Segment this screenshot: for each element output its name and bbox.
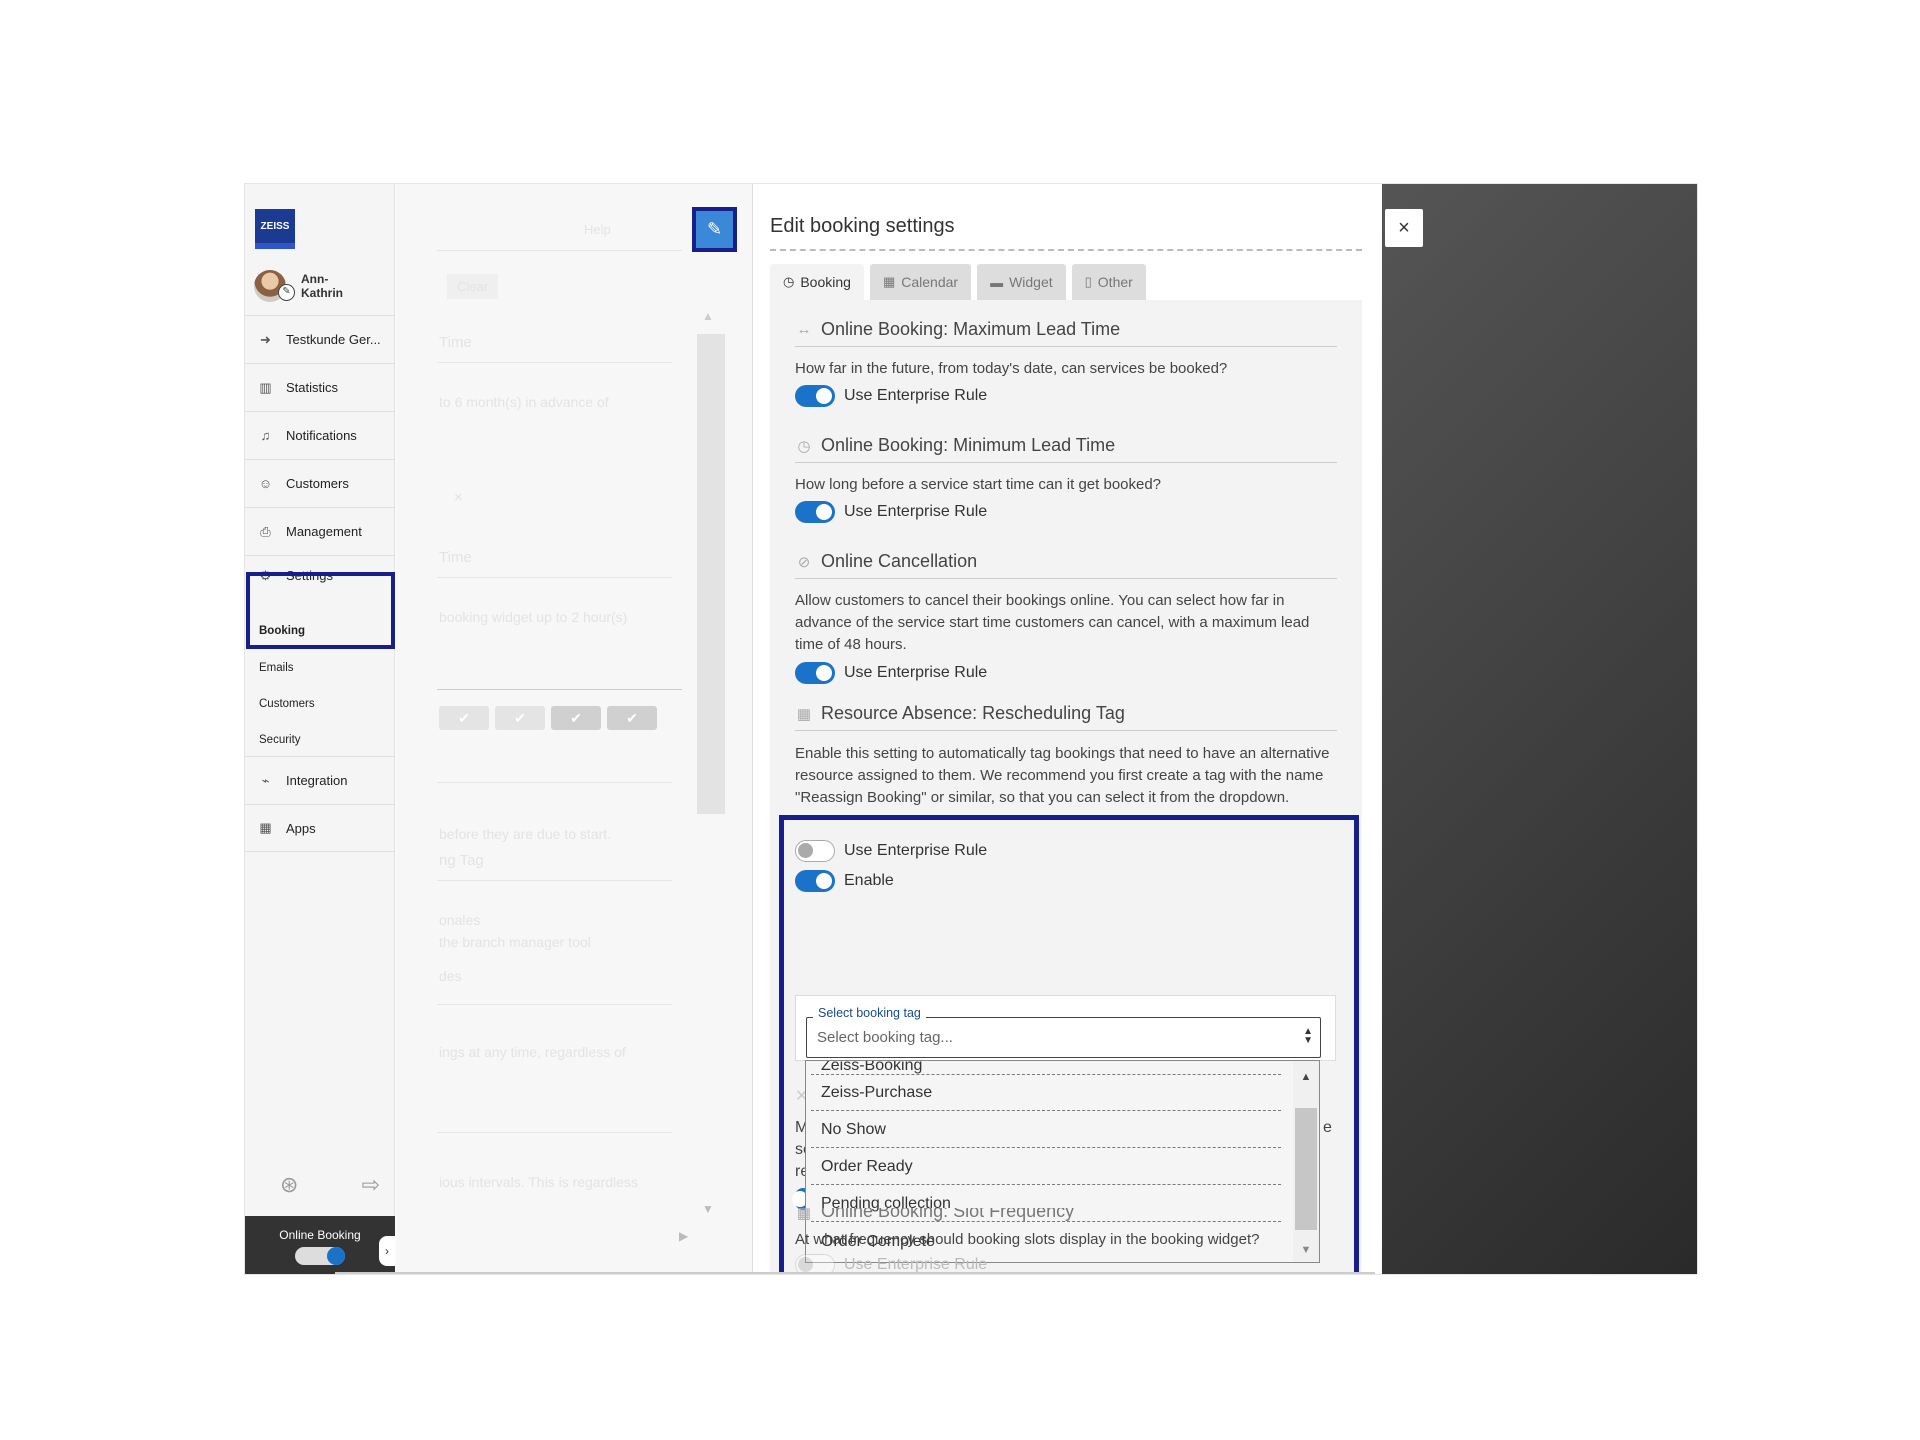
section-desc-slot-frequency: At what frequency should booking slots d… (795, 1231, 1260, 1248)
sidebar-item-integration[interactable]: ⌁ Integration (245, 756, 395, 804)
sidebar-item-apps[interactable]: ▦ Apps (245, 804, 395, 852)
support-icon[interactable]: ⊛ (280, 1172, 298, 1202)
section-title-max-lead: ↔ Online Booking: Maximum Lead Time (796, 319, 1121, 339)
bell-icon: ♫ (260, 428, 271, 443)
rescheduling-enable-toggle[interactable]: Enable (795, 870, 894, 892)
section-title-cancellation: ⊘ Online Cancellation (795, 551, 977, 572)
grid-icon: ▦ (796, 1208, 812, 1222)
user-profile[interactable]: ✎ Ann-Kathrin (254, 264, 394, 308)
bar-chart-icon: ▥ (259, 379, 272, 395)
tab-booking[interactable]: ◷ Booking (770, 264, 864, 300)
arrows-horizontal-icon: ↔ (796, 321, 812, 338)
max-lead-enterprise-toggle[interactable]: Use Enterprise Rule (795, 385, 987, 407)
ghost-check-buttons: ✔ ✔ ✔ ✔ (439, 706, 657, 730)
booking-tag-select[interactable]: Select booking tag... ▲ ▼ (806, 1017, 1321, 1058)
tab-other[interactable]: ▯ Other (1071, 264, 1146, 300)
section-desc-min-lead: How long before a service start time can… (795, 476, 1162, 493)
booking-tag-select-container: Select booking tag... ▲ ▼ Select booking … (795, 995, 1336, 1061)
plug-icon: ⌁ (261, 772, 270, 788)
horizontal-scrollbar[interactable] (335, 1272, 1375, 1274)
scroll-up-icon[interactable]: ▲ (1293, 1071, 1319, 1083)
clock-icon: ◷ (783, 274, 795, 289)
clock-icon: ◷ (797, 437, 811, 455)
min-lead-enterprise-toggle[interactable]: Use Enterprise Rule (795, 501, 987, 523)
edit-booking-settings-panel: Edit booking settings ◷ Booking ▦ Calend… (752, 184, 1381, 1274)
zeiss-logo: ZEISS (255, 209, 295, 249)
document-icon: ▯ (1084, 274, 1092, 289)
ban-icon: ⊘ (797, 553, 811, 571)
app-window: ZEISS ✎ Ann-Kathrin ➜ Testkunde Ger... ▥… (244, 183, 1698, 1275)
toggle-switch[interactable] (795, 501, 835, 523)
section-desc-rescheduling: Enable this setting to automatically tag… (795, 745, 1330, 806)
calendar-icon: ▦ (882, 274, 896, 289)
close-icon: × (1398, 217, 1410, 239)
toggle-switch[interactable] (795, 662, 835, 684)
sidebar: ZEISS ✎ Ann-Kathrin ➜ Testkunde Ger... ▥… (245, 184, 395, 1274)
dropdown-option[interactable]: No Show (811, 1113, 1281, 1148)
sidebar-item-management[interactable]: ⎙ Management (245, 507, 395, 555)
grid-icon: ▦ (259, 820, 272, 835)
select-placeholder: Select booking tag... (817, 1029, 953, 1046)
printer-icon: ⎙ (260, 523, 271, 539)
background-scrollbar[interactable] (697, 334, 725, 814)
section-desc-max-lead: How far in the future, from today's date… (795, 360, 1228, 377)
select-label: Select booking tag (813, 1006, 926, 1020)
dropdown-option[interactable]: Order Ready (811, 1150, 1281, 1185)
user-name: Ann-Kathrin (301, 272, 343, 300)
avatar: ✎ (254, 270, 295, 302)
toggle-switch[interactable] (795, 840, 835, 862)
settings-highlight-box (246, 572, 395, 649)
tab-calendar[interactable]: ▦ Calendar (869, 264, 972, 300)
background-settings-form: Help ✎ Clear Time to 6 month(s) in advan… (397, 184, 752, 1274)
sidebar-item-customers[interactable]: ☺ Customers (245, 459, 395, 507)
tab-widget[interactable]: ▬ Widget (977, 264, 1066, 300)
settings-sub-security[interactable]: Security (259, 734, 301, 746)
sort-arrows-icon: ▲ ▼ (1303, 1026, 1313, 1046)
settings-sub-customers[interactable]: Customers (259, 698, 315, 710)
online-booking-panel: Online Booking › (245, 1216, 395, 1274)
logout-icon[interactable]: ⇨ (362, 1172, 380, 1202)
section-title-slot-frequency: ▦ Online Booking: Slot Frequency (795, 1208, 1074, 1222)
close-button[interactable]: × (1385, 209, 1423, 247)
dropdown-option[interactable]: Zeiss-Purchase (811, 1076, 1281, 1111)
edit-pencil-button[interactable]: ✎ (692, 207, 737, 252)
modal-backdrop[interactable]: × (1382, 184, 1697, 1274)
section-title-rescheduling: ▦ Resource Absence: Rescheduling Tag (796, 703, 1125, 723)
collapse-chevron-icon[interactable]: › (379, 1236, 395, 1266)
help-link[interactable]: Help (584, 222, 611, 237)
settings-sub-emails[interactable]: Emails (259, 662, 294, 674)
calendar-icon: ▦ (796, 705, 812, 723)
sidebar-footer-icons: ⊛ ⇨ (280, 1172, 380, 1202)
cancellation-enterprise-toggle[interactable]: Use Enterprise Rule (795, 662, 987, 684)
section-desc-cancellation: Allow customers to cancel their bookings… (795, 592, 1310, 653)
dropdown-option[interactable]: Zeiss-Booking (811, 1061, 1281, 1075)
edit-badge-icon[interactable]: ✎ (278, 284, 295, 301)
booking-tab-content: ↔ Online Booking: Maximum Lead Time How … (770, 300, 1362, 1274)
sidebar-item-notifications[interactable]: ♫ Notifications (245, 411, 395, 459)
panel-title: Edit booking settings (770, 215, 955, 237)
toggle-switch[interactable] (795, 385, 835, 407)
pencil-icon: ✎ (706, 219, 723, 239)
toggle-switch[interactable] (795, 870, 835, 892)
section-title-min-lead: ◷ Online Booking: Minimum Lead Time (795, 435, 1115, 456)
settings-tabs: ◷ Booking ▦ Calendar ▬ Widget ▯ Other (770, 264, 1146, 300)
rescheduling-enterprise-toggle[interactable]: Use Enterprise Rule (795, 840, 987, 862)
sidebar-item-statistics[interactable]: ▥ Statistics (245, 363, 395, 411)
clear-button[interactable]: Clear (447, 274, 499, 299)
circle-arrow-icon: ➜ (260, 331, 271, 347)
window-icon: ▬ (990, 274, 1004, 290)
sidebar-item-testkunde[interactable]: ➜ Testkunde Ger... (245, 315, 395, 363)
online-booking-label: Online Booking (279, 1228, 361, 1242)
user-icon: ☺ (258, 476, 273, 491)
online-booking-toggle[interactable] (295, 1247, 345, 1265)
